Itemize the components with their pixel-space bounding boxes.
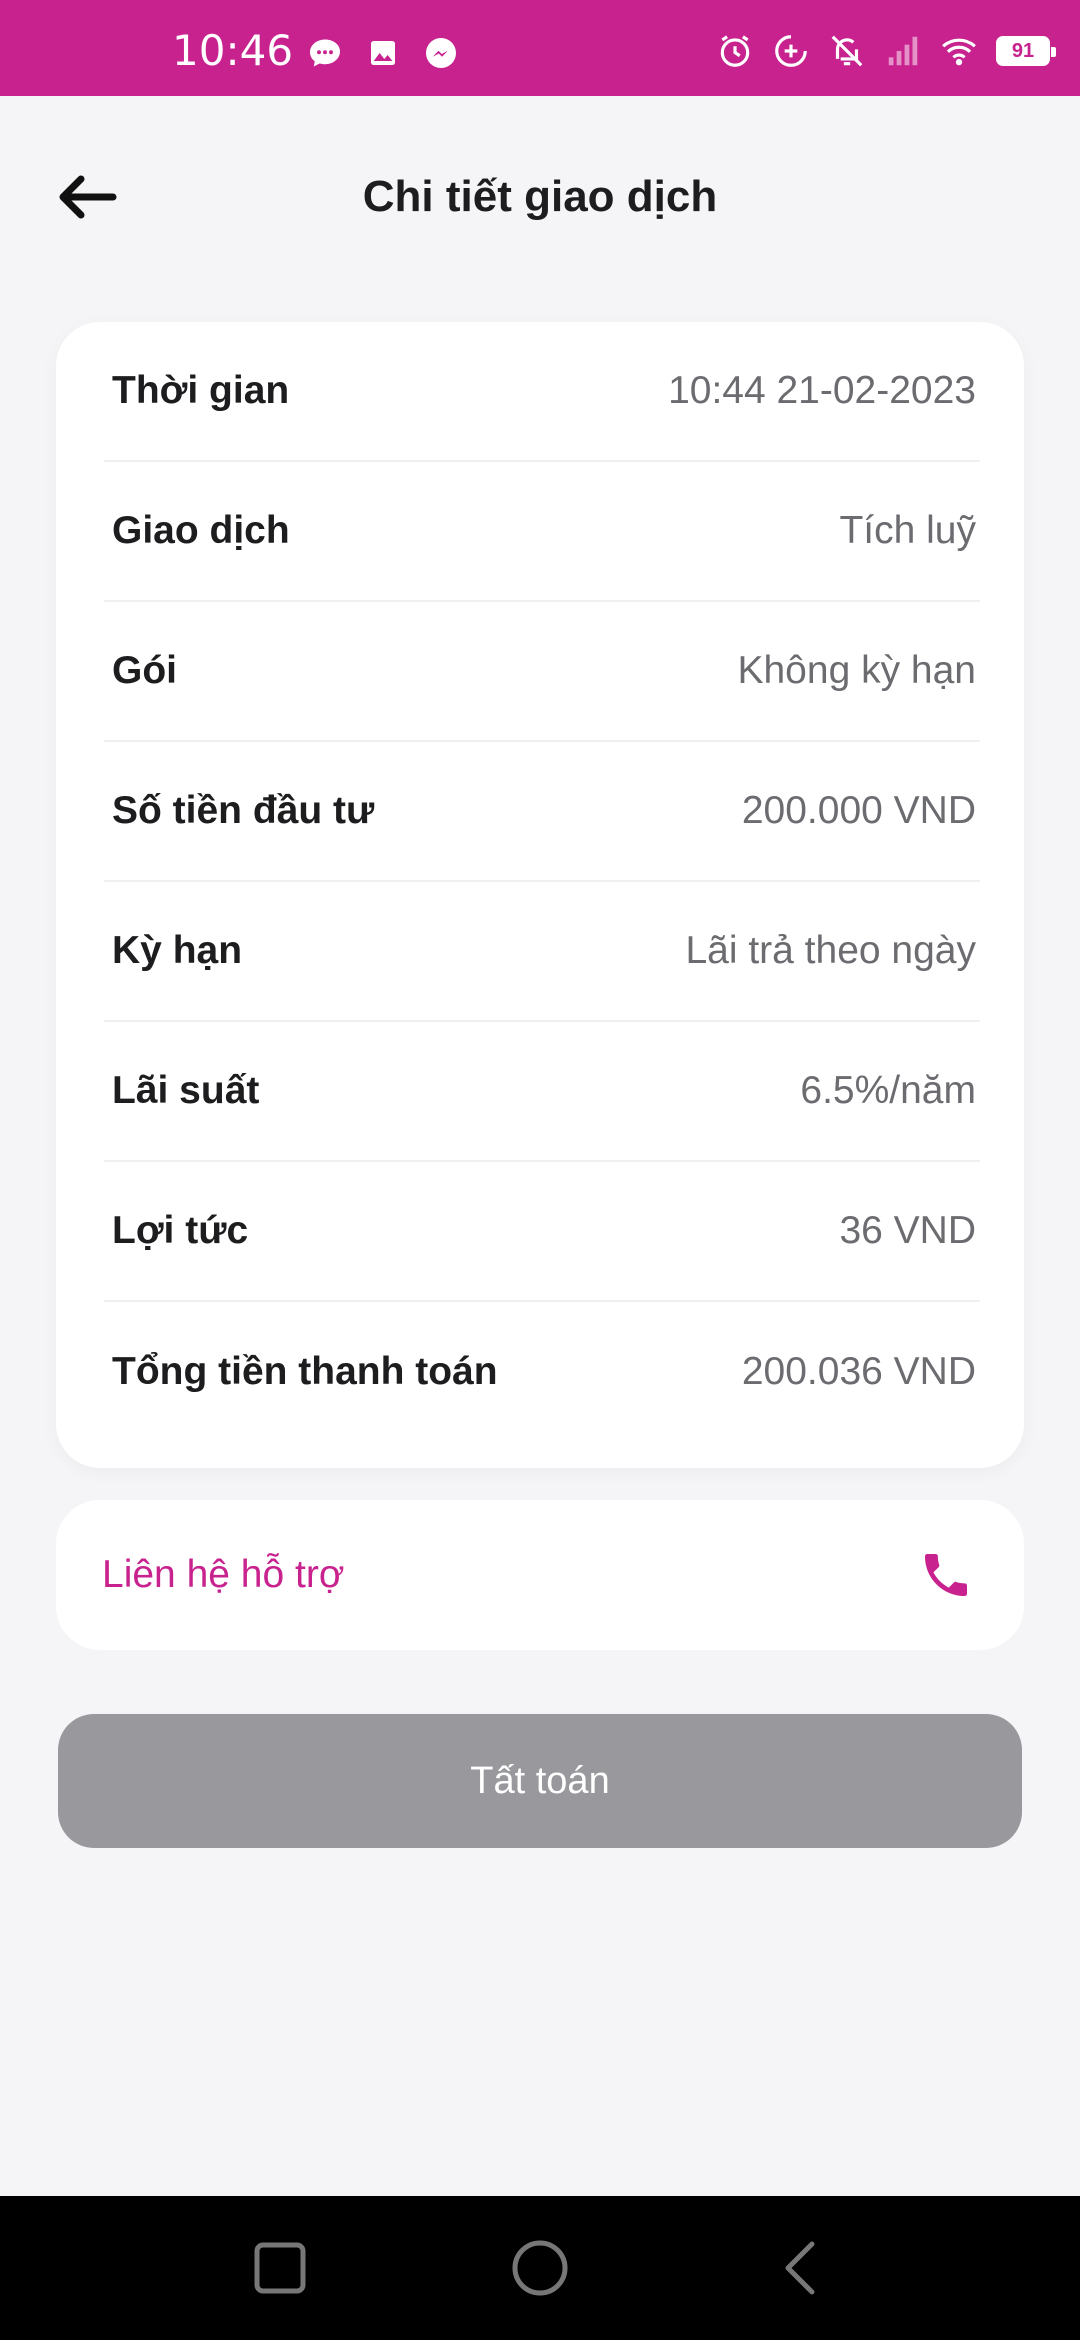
detail-label: Số tiền đầu tư	[112, 789, 375, 832]
detail-row-total: Tổng tiền thanh toán 200.036 VND	[104, 1302, 980, 1442]
detail-row-term: Kỳ hạn Lãi trả theo ngày	[104, 882, 980, 1022]
message-icon	[306, 34, 344, 72]
detail-label: Giao dịch	[112, 509, 290, 552]
detail-value: 200.000 VND	[741, 789, 976, 832]
header: Chi tiết giao dịch	[0, 96, 1080, 306]
detail-value: 36 VND	[839, 1209, 976, 1252]
detail-row-interest-rate: Lãi suất 6.5%/năm	[104, 1022, 980, 1162]
detail-value: 10:44 21-02-2023	[668, 369, 976, 412]
messenger-icon	[422, 34, 460, 72]
detail-value: 6.5%/năm	[800, 1069, 976, 1112]
detail-row-transaction: Giao dịch Tích luỹ	[104, 462, 980, 602]
detail-label: Gói	[112, 649, 177, 692]
detail-label: Tổng tiền thanh toán	[112, 1350, 498, 1393]
phone-icon	[925, 1554, 967, 1596]
battery-icon: 91	[996, 36, 1056, 66]
home-button[interactable]	[500, 2228, 580, 2308]
back-icon	[785, 2241, 815, 2295]
home-icon	[512, 2240, 568, 2296]
detail-row-return: Lợi tức 36 VND	[104, 1162, 980, 1302]
status-bar: 10:46 91	[0, 0, 1080, 96]
detail-row-amount: Số tiền đầu tư 200.000 VND	[104, 742, 980, 882]
page-title: Chi tiết giao dịch	[362, 172, 718, 221]
detail-label: Lợi tức	[112, 1209, 249, 1252]
detail-value: Tích luỹ	[839, 509, 976, 552]
detail-label: Lãi suất	[112, 1069, 260, 1112]
wifi-icon	[940, 32, 978, 70]
bell-off-icon	[828, 32, 866, 70]
image-icon	[364, 34, 402, 72]
detail-value: Không kỳ hạn	[737, 649, 976, 692]
transaction-details-card: Thời gian 10:44 21-02-2023 Giao dịch Tíc…	[56, 322, 1024, 1468]
screen: 10:46 91 Chi tiết giao dịch Thời gian 10…	[0, 0, 1080, 2340]
recent-apps-icon	[254, 2242, 306, 2294]
detail-label: Thời gian	[112, 369, 290, 412]
status-left-icons	[306, 34, 460, 72]
alarm-icon	[716, 32, 754, 70]
navigation-bar	[0, 2196, 1080, 2340]
detail-value: 200.036 VND	[741, 1350, 976, 1393]
detail-label: Kỳ hạn	[112, 929, 243, 972]
status-right-icons: 91	[716, 32, 1056, 70]
status-time: 10:46	[172, 26, 294, 75]
recent-apps-button[interactable]	[240, 2228, 320, 2308]
detail-value: Lãi trả theo ngày	[685, 929, 976, 972]
contact-support-label: Liên hệ hỗ trợ	[102, 1553, 345, 1596]
contact-support-button[interactable]: Liên hệ hỗ trợ	[56, 1500, 1024, 1650]
nav-back-button[interactable]	[760, 2228, 840, 2308]
detail-row-time: Thời gian 10:44 21-02-2023	[104, 322, 980, 462]
settle-button[interactable]: Tất toán	[58, 1714, 1022, 1848]
data-saver-icon	[772, 32, 810, 70]
detail-row-package: Gói Không kỳ hạn	[104, 602, 980, 742]
signal-icon	[884, 32, 922, 70]
